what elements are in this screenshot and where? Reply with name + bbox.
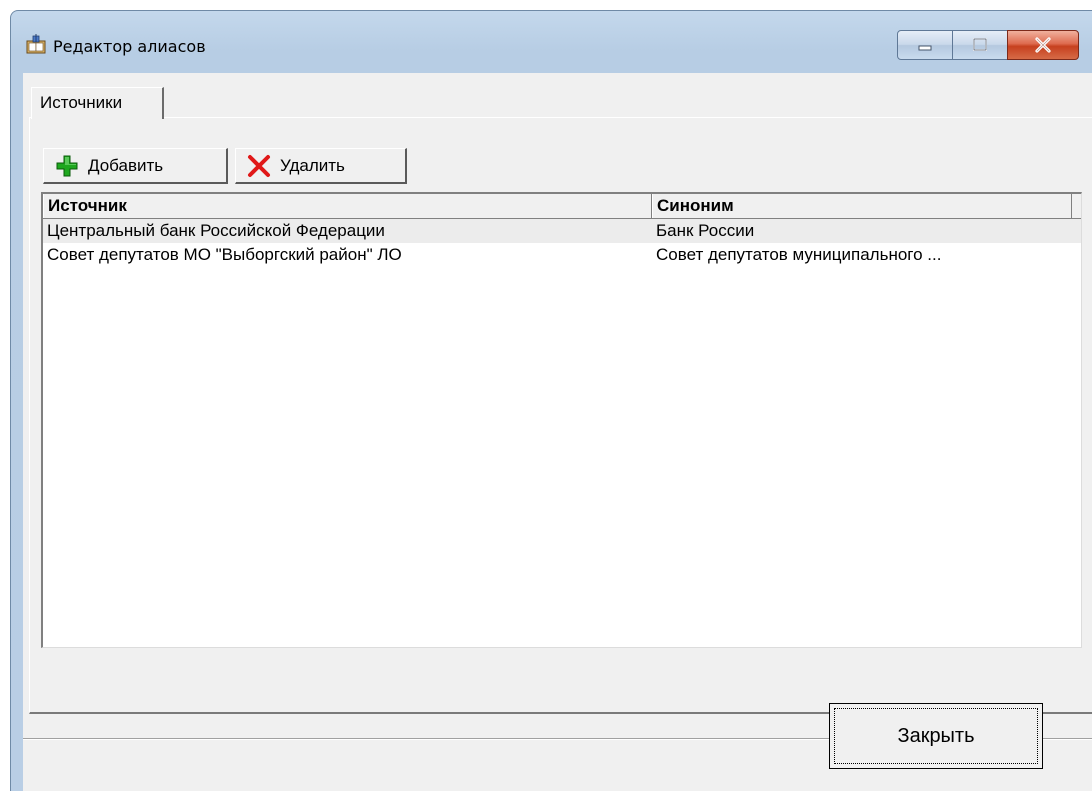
table-header: Источник Синоним bbox=[43, 194, 1081, 219]
client-area: Источники Добавить Удалить Источник Сино… bbox=[23, 73, 1092, 791]
title-bar[interactable]: Редактор алиасов bbox=[11, 11, 1092, 73]
delete-button[interactable]: Удалить bbox=[235, 148, 407, 184]
synonym-cell: Банк России bbox=[656, 221, 755, 240]
table-row[interactable]: Центральный банк Российской Федерации Ба… bbox=[43, 219, 1081, 243]
tab-label: Источники bbox=[40, 93, 123, 112]
alias-editor-window: Редактор алиасов Источники Добавить Удал… bbox=[10, 10, 1092, 791]
plus-icon bbox=[56, 155, 78, 176]
tab-sources[interactable]: Источники bbox=[31, 87, 164, 119]
column-header-source[interactable]: Источник bbox=[43, 194, 652, 218]
close-button[interactable]: Закрыть bbox=[829, 703, 1043, 769]
close-icon bbox=[1035, 37, 1051, 53]
delete-button-label: Удалить bbox=[280, 155, 345, 175]
table-row[interactable]: Совет депутатов МО "Выборгский район" ЛО… bbox=[43, 243, 1081, 267]
add-button[interactable]: Добавить bbox=[43, 148, 228, 184]
add-button-label: Добавить bbox=[88, 155, 164, 175]
minimize-button[interactable] bbox=[897, 30, 953, 60]
window-title: Редактор алиасов bbox=[53, 37, 206, 56]
close-button-label: Закрыть bbox=[897, 724, 975, 747]
app-book-icon bbox=[26, 34, 46, 54]
maximize-icon bbox=[973, 38, 987, 51]
column-header-synonym[interactable]: Синоним bbox=[652, 194, 1072, 218]
aliases-table[interactable]: Источник Синоним Центральный банк Россий… bbox=[41, 192, 1082, 648]
minimize-icon bbox=[918, 45, 932, 51]
source-cell: Совет депутатов МО "Выборгский район" ЛО bbox=[47, 245, 402, 264]
synonym-cell: Совет депутатов муниципального ... bbox=[656, 245, 942, 264]
source-cell: Центральный банк Российской Федерации bbox=[47, 221, 385, 240]
window-close-button[interactable] bbox=[1007, 30, 1079, 60]
x-icon bbox=[248, 154, 270, 177]
maximize-button[interactable] bbox=[952, 30, 1008, 60]
